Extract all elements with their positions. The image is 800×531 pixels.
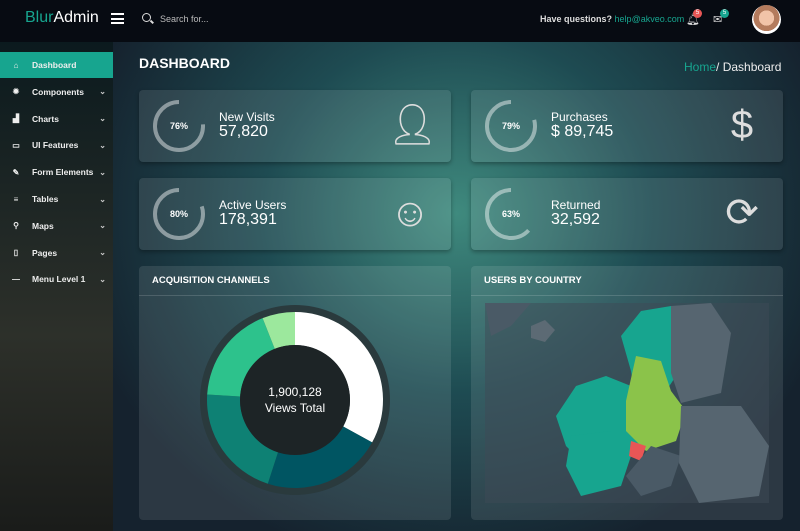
stat-value: $ 89,745 xyxy=(551,123,614,140)
help-text: Have questions? help@akveo.com xyxy=(540,14,685,24)
sidebar-item-label: Menu Level 1 xyxy=(32,274,86,285)
users-by-country-panel: USERS BY COUNTRY xyxy=(471,266,783,520)
edit-icon: ✎ xyxy=(12,167,20,177)
sidebar-item-label: Charts xyxy=(32,113,59,124)
chevron-down-icon: ⌄ xyxy=(99,221,106,231)
sidebar-item-maps[interactable]: ⚲ Maps ⌄ xyxy=(0,213,113,239)
acquisition-donut: 1,900,128 Views Total xyxy=(200,305,390,495)
sidebar-item-label: Dashboard xyxy=(32,60,77,70)
stat-label: Active Users xyxy=(219,198,287,212)
stat-label: New Visits xyxy=(219,110,275,124)
gear-icon: ✹ xyxy=(12,87,20,97)
stat-value: 57,820 xyxy=(219,123,268,140)
search-icon xyxy=(142,13,151,22)
dollar-icon: $ xyxy=(730,103,754,147)
stat-card-purchases: 79% Purchases $ 89,745 $ xyxy=(471,90,783,162)
sidebar: ⌂ Dashboard ✹ Components ⌄ ▟ Charts ⌄ ▭ UI Featur… xyxy=(0,42,113,531)
refresh-icon: ⟳ xyxy=(725,191,759,235)
file-icon: ▯ xyxy=(13,248,19,258)
help-email-link[interactable]: help@akveo.com xyxy=(615,14,685,24)
sidebar-item-pages[interactable]: ▯ Pages ⌄ xyxy=(0,240,113,266)
sidebar-item-form-elements[interactable]: ✎ Form Elements ⌄ xyxy=(0,159,113,185)
list-icon: ≡ xyxy=(13,194,19,204)
bar-chart-icon: ▟ xyxy=(12,114,20,124)
sidebar-item-menu-level-1[interactable]: — Menu Level 1 ⌄ xyxy=(0,266,113,292)
chevron-down-icon: ⌄ xyxy=(99,274,106,284)
top-bar: BlurAdmin Have questions? help@akveo.com… xyxy=(0,0,800,42)
progress-percent: 63% xyxy=(501,209,520,219)
chevron-down-icon: ⌄ xyxy=(99,167,106,177)
page-title: DASHBOARD xyxy=(139,55,230,71)
menu-toggle-icon[interactable] xyxy=(111,13,124,24)
stat-label: Returned xyxy=(551,198,601,212)
logo[interactable]: BlurAdmin xyxy=(25,9,99,27)
progress-percent: 79% xyxy=(501,121,520,131)
chevron-down-icon: ⌄ xyxy=(99,114,106,124)
acquisition-channels-panel: ACQUISITION CHANNELS 1,900,128 Views Tot… xyxy=(139,266,451,520)
breadcrumb: Home/ Dashboard xyxy=(684,60,782,74)
panel-title: USERS BY COUNTRY xyxy=(471,266,783,296)
map-pin-icon: ⚲ xyxy=(13,221,19,231)
user-icon: 👤︎ xyxy=(387,103,438,147)
stat-card-active-users: 80% Active Users 178,391 ☺ xyxy=(139,178,451,250)
stat-card-new-visits: 76% New Visits 57,820 👤︎ xyxy=(139,90,451,162)
notifications-badge: 5 xyxy=(693,9,702,18)
donut-total-label: Views Total xyxy=(265,401,325,415)
sidebar-item-charts[interactable]: ▟ Charts ⌄ xyxy=(0,106,113,132)
messages-button[interactable]: ✉ 5 xyxy=(713,9,729,26)
chevron-down-icon: ⌄ xyxy=(99,194,106,204)
breadcrumb-home[interactable]: Home xyxy=(684,60,716,74)
sidebar-item-dashboard[interactable]: ⌂ Dashboard xyxy=(0,52,113,78)
stat-card-returned: 63% Returned 32,592 ⟳ xyxy=(471,178,783,250)
chevron-down-icon: ⌄ xyxy=(99,87,106,97)
sidebar-item-label: UI Features xyxy=(32,140,79,151)
notifications-button[interactable]: 🔔︎ 5 xyxy=(686,9,702,26)
chevron-down-icon: ⌄ xyxy=(99,140,106,150)
panel-title: ACQUISITION CHANNELS xyxy=(139,266,451,296)
sidebar-item-label: Pages xyxy=(32,247,58,258)
progress-percent: 76% xyxy=(169,121,188,131)
home-icon: ⌂ xyxy=(13,60,19,70)
monitor-icon: ▭ xyxy=(12,140,20,150)
progress-percent: 80% xyxy=(169,209,188,219)
sidebar-item-ui-features[interactable]: ▭ UI Features ⌄ xyxy=(0,132,113,158)
sidebar-item-tables[interactable]: ≡ Tables ⌄ xyxy=(0,186,113,212)
sidebar-item-label: Tables xyxy=(32,194,59,204)
dash-icon: — xyxy=(12,274,20,284)
stat-value: 178,391 xyxy=(219,211,277,228)
europe-map[interactable] xyxy=(471,296,783,520)
smiley-icon: ☺ xyxy=(389,191,431,235)
sidebar-item-components[interactable]: ✹ Components ⌄ xyxy=(0,79,113,105)
stat-label: Purchases xyxy=(551,110,608,124)
donut-total: 1,900,128 xyxy=(268,385,322,399)
messages-badge: 5 xyxy=(720,9,729,18)
search-input[interactable] xyxy=(160,14,310,24)
avatar[interactable] xyxy=(752,5,781,34)
sidebar-item-label: Components xyxy=(32,86,84,97)
stat-value: 32,592 xyxy=(551,211,600,228)
sidebar-item-label: Form Elements xyxy=(32,167,94,178)
chevron-down-icon: ⌄ xyxy=(99,248,106,258)
sidebar-item-label: Maps xyxy=(32,220,54,231)
